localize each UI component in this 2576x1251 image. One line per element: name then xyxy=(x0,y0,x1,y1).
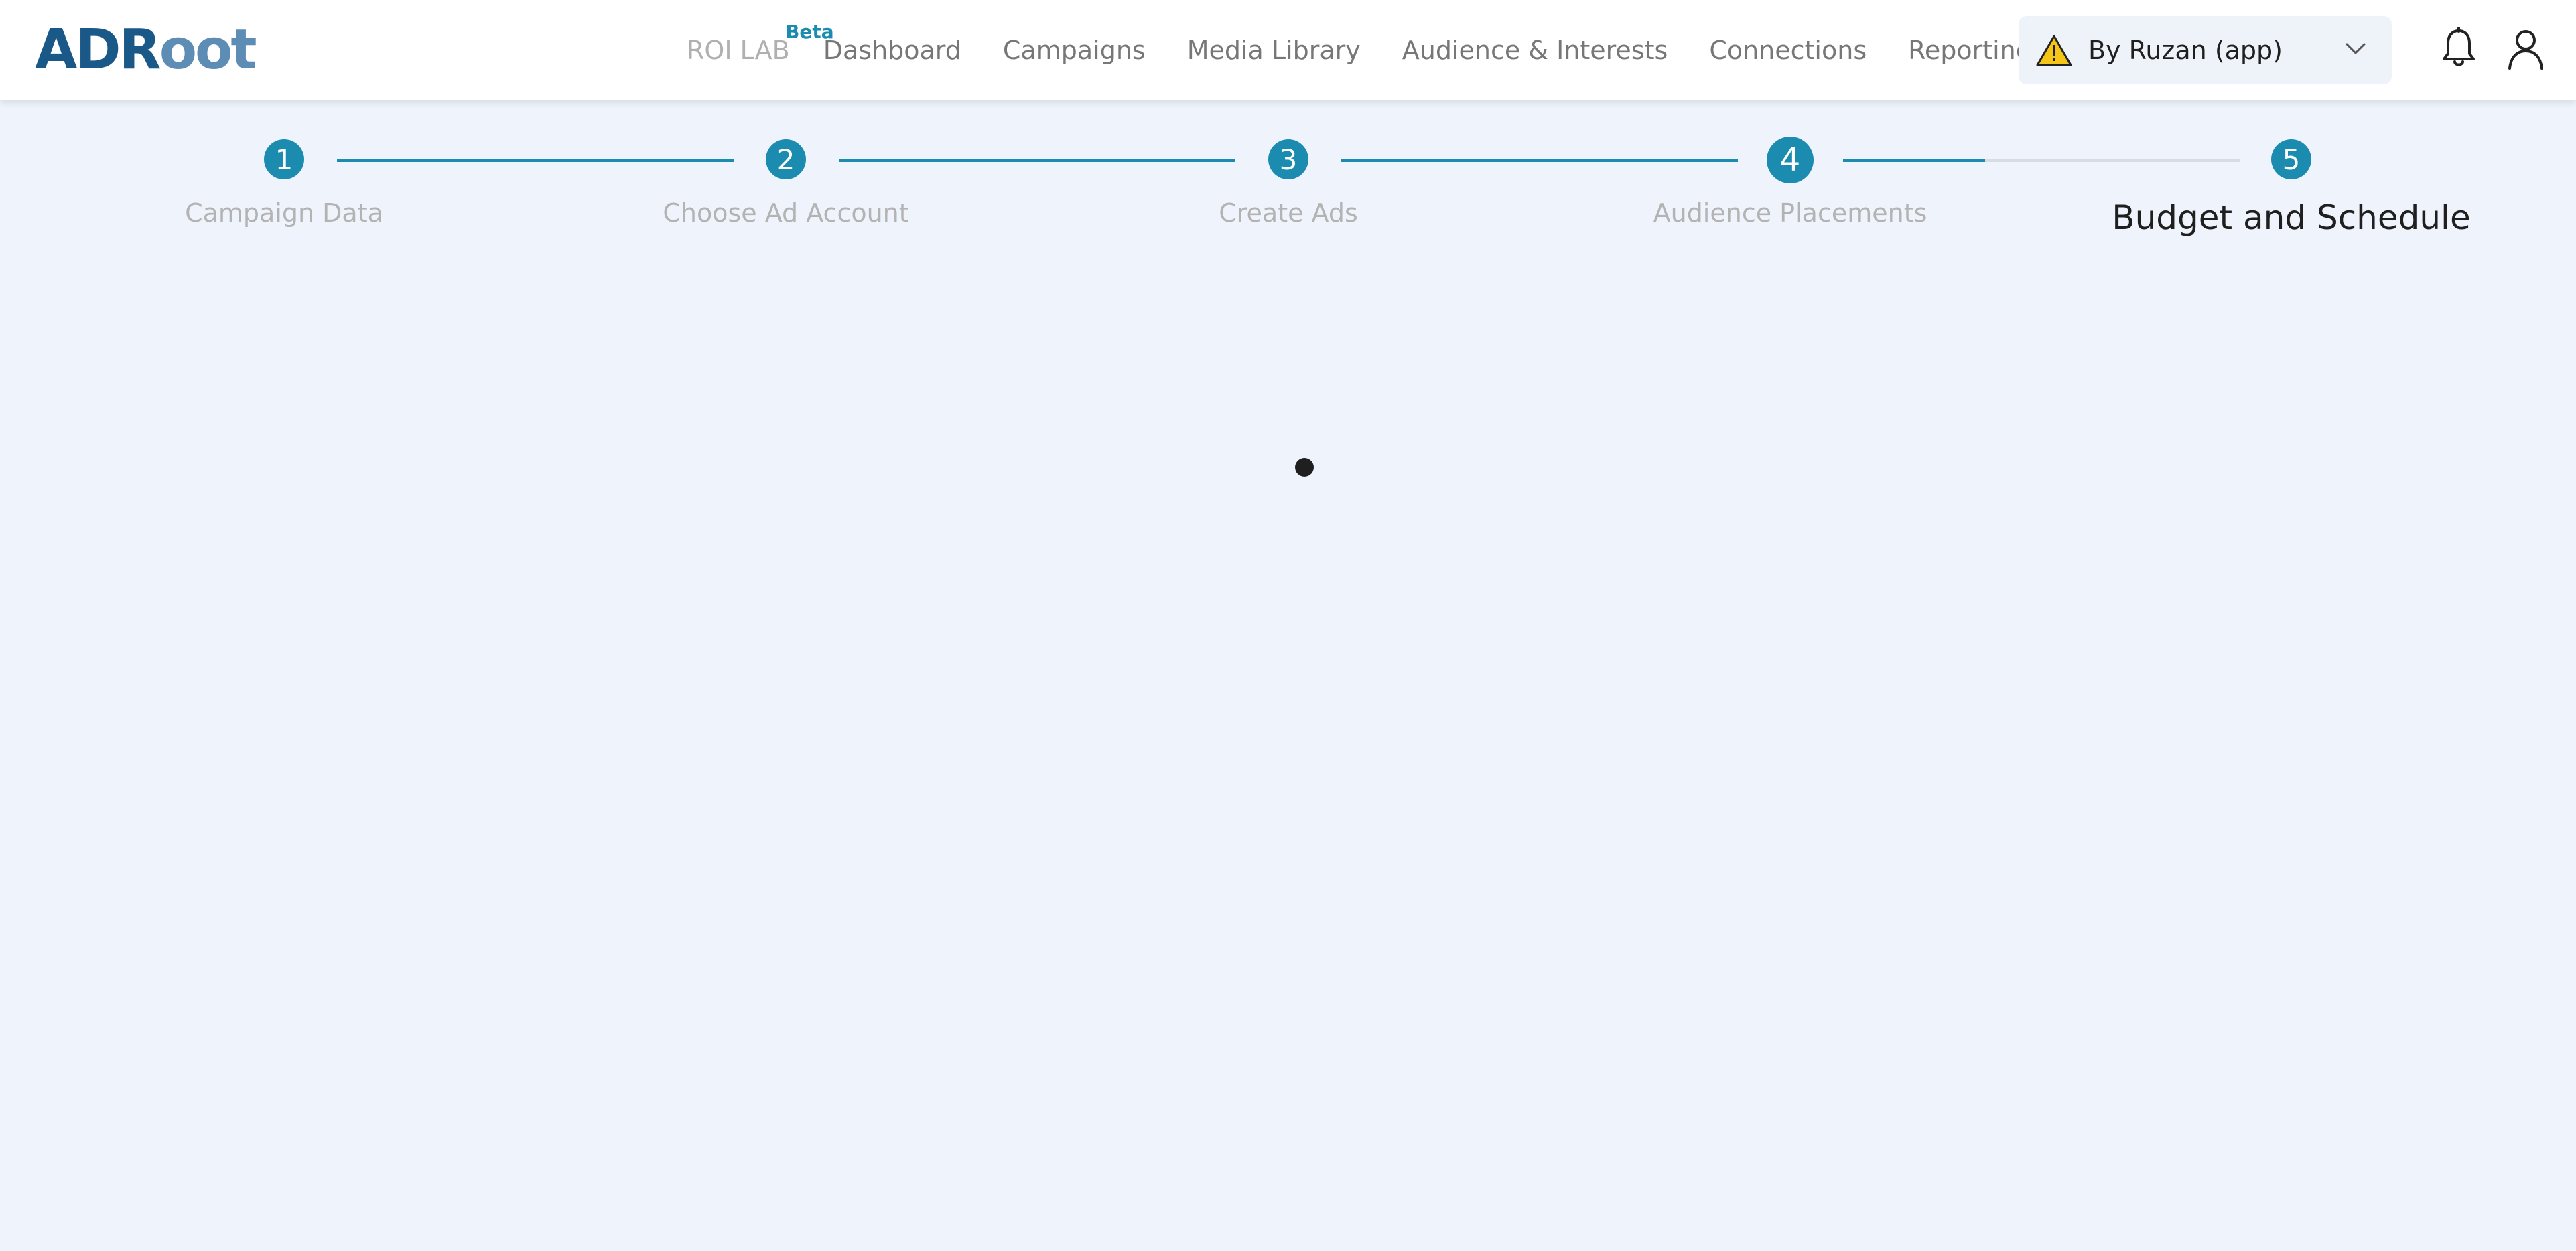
step-connector-2 xyxy=(839,159,1235,162)
step-connector-4 xyxy=(1843,159,2240,162)
step-5-label: Budget and Schedule xyxy=(2112,198,2471,237)
nav-item-audience-interests[interactable]: Audience & Interests xyxy=(1402,35,1668,65)
chevron-down-icon xyxy=(2346,43,2366,54)
step-connector-3 xyxy=(1341,159,1738,162)
logo[interactable]: A D Root xyxy=(35,18,257,82)
step-4-label: Audience Placements xyxy=(1653,198,1927,228)
step-connector-1 xyxy=(337,159,734,162)
campaign-stepper: 1 2 3 4 5 Campaign Data Choose Ad Accoun… xyxy=(0,100,2576,268)
step-1-label: Campaign Data xyxy=(185,198,383,228)
step-3-circle[interactable]: 3 xyxy=(1268,139,1308,179)
nav-item-roi-lab[interactable]: ROI LAB Beta xyxy=(687,21,834,65)
account-label: By Ruzan (app) xyxy=(2088,35,2283,65)
loading-indicator xyxy=(1295,458,1314,477)
roi-lab-label: ROI LAB xyxy=(687,35,790,65)
user-icon[interactable] xyxy=(2506,27,2546,70)
step-3-label: Create Ads xyxy=(1219,198,1358,228)
logo-part-d: D xyxy=(75,18,121,82)
main-nav: ROI LAB Beta Dashboard Campaigns Media L… xyxy=(687,0,2074,100)
step-4-circle[interactable]: 4 xyxy=(1767,137,1814,183)
nav-item-reporting[interactable]: Reporting xyxy=(1908,35,2032,65)
nav-item-media-library[interactable]: Media Library xyxy=(1187,35,1361,65)
nav-item-dashboard[interactable]: Dashboard xyxy=(823,35,961,65)
logo-part-oot: oot xyxy=(159,18,257,82)
account-dropdown[interactable]: By Ruzan (app) xyxy=(2019,16,2392,84)
logo-part-a: A xyxy=(35,18,77,82)
nav-item-campaigns[interactable]: Campaigns xyxy=(1003,35,1146,65)
beta-badge: Beta xyxy=(785,21,834,43)
step-connector-4-fill xyxy=(1843,159,1985,162)
bell-icon[interactable] xyxy=(2439,27,2479,70)
step-1-circle[interactable]: 1 xyxy=(264,139,304,179)
logo-part-r: R xyxy=(119,18,161,82)
top-header: A D Root ROI LAB Beta Dashboard Campaigns … xyxy=(0,0,2576,100)
warning-icon xyxy=(2036,35,2072,66)
step-5-circle[interactable]: 5 xyxy=(2271,139,2311,179)
nav-item-connections[interactable]: Connections xyxy=(1709,35,1867,65)
step-2-circle[interactable]: 2 xyxy=(766,139,806,179)
step-2-label: Choose Ad Account xyxy=(663,198,909,228)
